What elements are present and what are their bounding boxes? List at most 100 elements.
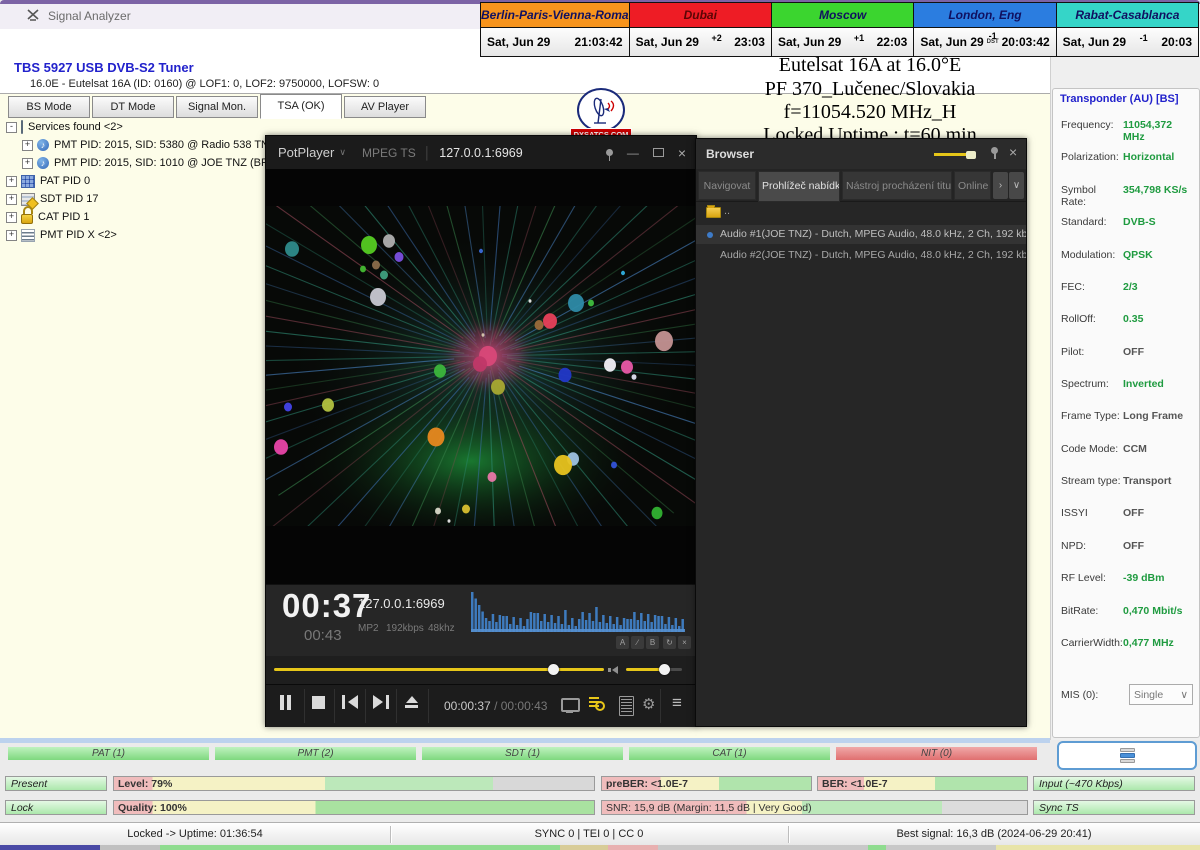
lock-icon [21,210,33,224]
browser-toggle-icon[interactable] [589,697,605,711]
preber-bar: preBER: <1.0E-7 [601,776,812,791]
stop-button[interactable] [312,696,325,709]
tp-carrier-width: CarrierWidth:0,477 MHz [1061,637,1193,649]
ab-close-button[interactable]: × [678,636,691,649]
tp-pilot: Pilot:OFF [1061,346,1193,358]
seek-knob[interactable] [548,664,559,675]
expander-icon[interactable]: + [22,158,33,169]
tab-menu-browser[interactable]: Prohlížeč nabídky [758,171,840,202]
snr-bar: SNR: 15,9 dB (Margin: 11,5 dB | Very Goo… [601,800,1028,815]
audio-track-2[interactable]: Audio #2(JOE TNZ) - Dutch, MPEG Audio, 4… [696,246,1026,265]
codec-label: MP2 [358,623,379,634]
tp-frame-type: Frame Type:Long Frame [1061,410,1193,422]
chevron-down-icon: ∨ [1180,689,1188,701]
list-icon [21,229,35,242]
mis-dropdown[interactable]: Single∨ [1129,684,1193,705]
tp-standard: Standard:DVB-S [1061,216,1193,228]
tp-bitrate: BitRate:0,470 Mbit/s [1061,605,1193,617]
browser-tabs: Navigovat Prohlížeč nabídky Nástroj proc… [696,169,1026,202]
overlay-site: PF 370_Lučenec/Slovakia [620,78,1120,101]
background-window-sliver [0,845,1200,850]
menu-icon[interactable]: ≡ [672,693,682,713]
expander-icon[interactable]: + [6,194,17,205]
maximize-icon[interactable] [653,148,664,157]
browser-window: Browser × Navigovat Prohlížeč nabídky Ná… [695,138,1027,727]
ab-repeat-b-button[interactable]: B [646,636,659,649]
updir-row[interactable]: .. [696,201,1026,223]
tab-online[interactable]: Online [954,171,991,200]
total-time: 00:43 [304,627,342,644]
tab-signal-mon[interactable]: Signal Mon. [176,96,258,118]
audio-track-1[interactable]: Audio #1(JOE TNZ) - Dutch, MPEG Audio, 4… [696,225,1026,244]
tp-npd: NPD:OFF [1061,540,1193,552]
clock-city: Berlin-Paris-Vienna-Roma [481,3,629,28]
tp-stream-type: Stream type:Transport [1061,475,1193,487]
expander-icon[interactable]: + [6,230,17,241]
clock-rabat: Rabat-Casablanca Sat, Jun 29-120:03 [1056,3,1198,56]
folder-icon [706,207,721,218]
status-bar: Locked -> Uptime: 01:36:54 SYNC 0 | TEI … [0,822,1200,847]
ab-repeat-slash-button[interactable]: ∕ [631,636,644,649]
tab-subtitle-browser[interactable]: Nástroj procházení titulků [842,171,952,200]
pin-icon[interactable] [606,149,613,156]
eject-button[interactable] [405,696,418,708]
input-indicator: Input (~470 Kbps) [1033,776,1195,791]
next-button[interactable] [373,695,389,709]
tab-dt-mode[interactable]: DT Mode [92,96,174,118]
playback-time: 00:00:37 / 00:00:43 [444,699,547,713]
tp-issyi: ISSYIOFF [1061,507,1193,519]
browser-titlebar[interactable]: Browser [696,139,1026,169]
bitrate-label: 192kbps [386,623,424,634]
audio-visualization [266,206,696,526]
browser-opacity-slider[interactable] [934,153,968,156]
pause-button[interactable] [280,695,291,710]
samplerate-label: 48khz [428,623,455,634]
expander-icon[interactable]: + [6,176,17,187]
ab-repeat-a-button[interactable]: A [616,636,629,649]
si-bar-pmt: PMT (2) [215,747,416,760]
previous-button[interactable] [342,695,358,709]
playlist-icon[interactable] [619,696,634,716]
volume-knob[interactable] [659,664,670,675]
volume-icon[interactable] [612,666,618,674]
tp-symbol-rate: Symbol Rate:354,798 KS/s [1061,184,1193,208]
satellite-dish-icon [577,88,625,132]
minimize-icon[interactable]: — [627,150,639,156]
video-area[interactable] [266,169,696,584]
transponder-panel: Transponder (AU) [BS] Frequency:11054,37… [1052,88,1200,738]
pin-icon[interactable] [991,147,998,154]
overlay-frequency: f=11054.520 MHz_H [620,101,1120,124]
playing-dot-icon [707,232,713,238]
potplayer-titlebar[interactable]: PotPlayer ∨ MPEG TS │ 127.0.0.1:6969 — × [266,136,696,169]
tab-av-player[interactable]: AV Player [344,96,426,118]
tab-scroll-right-icon[interactable]: › [993,172,1008,199]
expander-icon[interactable]: - [6,122,17,133]
player-info-bar: 00:37 00:43 127.0.0.1:6969 MP2 192kbps 4… [266,584,696,657]
tab-list-dropdown-icon[interactable]: ∨ [1009,172,1024,199]
tab-tsa[interactable]: TSA (OK) [260,94,342,119]
close-icon[interactable]: × [678,148,686,158]
ts-record-button[interactable] [1057,741,1197,770]
gear-icon[interactable]: ⚙ [642,695,655,713]
loop-button[interactable]: ↻ [663,636,676,649]
audio-spectrum [471,589,686,635]
signal-analyzer-icon [26,8,40,25]
cast-screen-icon[interactable] [561,698,580,712]
status-best-signal: Best signal: 16,3 dB (2024-06-29 20:41) [788,823,1200,846]
tab-bs-mode[interactable]: BS Mode [8,96,90,118]
potplayer-menu[interactable]: PotPlayer [278,145,334,160]
expander-icon[interactable]: + [6,212,17,223]
window-title: Signal Analyzer [48,9,131,23]
expander-icon[interactable]: + [22,140,33,151]
clock-moscow: Moscow Sat, Jun 29+122:03 [771,3,913,56]
sync-ts-indicator: Sync TS [1033,800,1195,815]
tree-item-services[interactable]: - Services found <2> [6,118,446,136]
clock-berlin: Berlin-Paris-Vienna-Roma Sat, Jun 2921:0… [481,3,629,56]
tab-navigate[interactable]: Navigovat [698,171,756,200]
world-clocks: Berlin-Paris-Vienna-Roma Sat, Jun 2921:0… [480,2,1199,57]
tp-rolloff: RollOff:0.35 [1061,313,1193,325]
status-uptime: Locked -> Uptime: 01:36:54 [0,823,390,846]
close-icon[interactable]: × [1009,144,1017,160]
clock-london: London, Eng Sat, Jun 29-1DST20:03:42 [913,3,1055,56]
chevron-down-icon: ∨ [339,147,346,158]
